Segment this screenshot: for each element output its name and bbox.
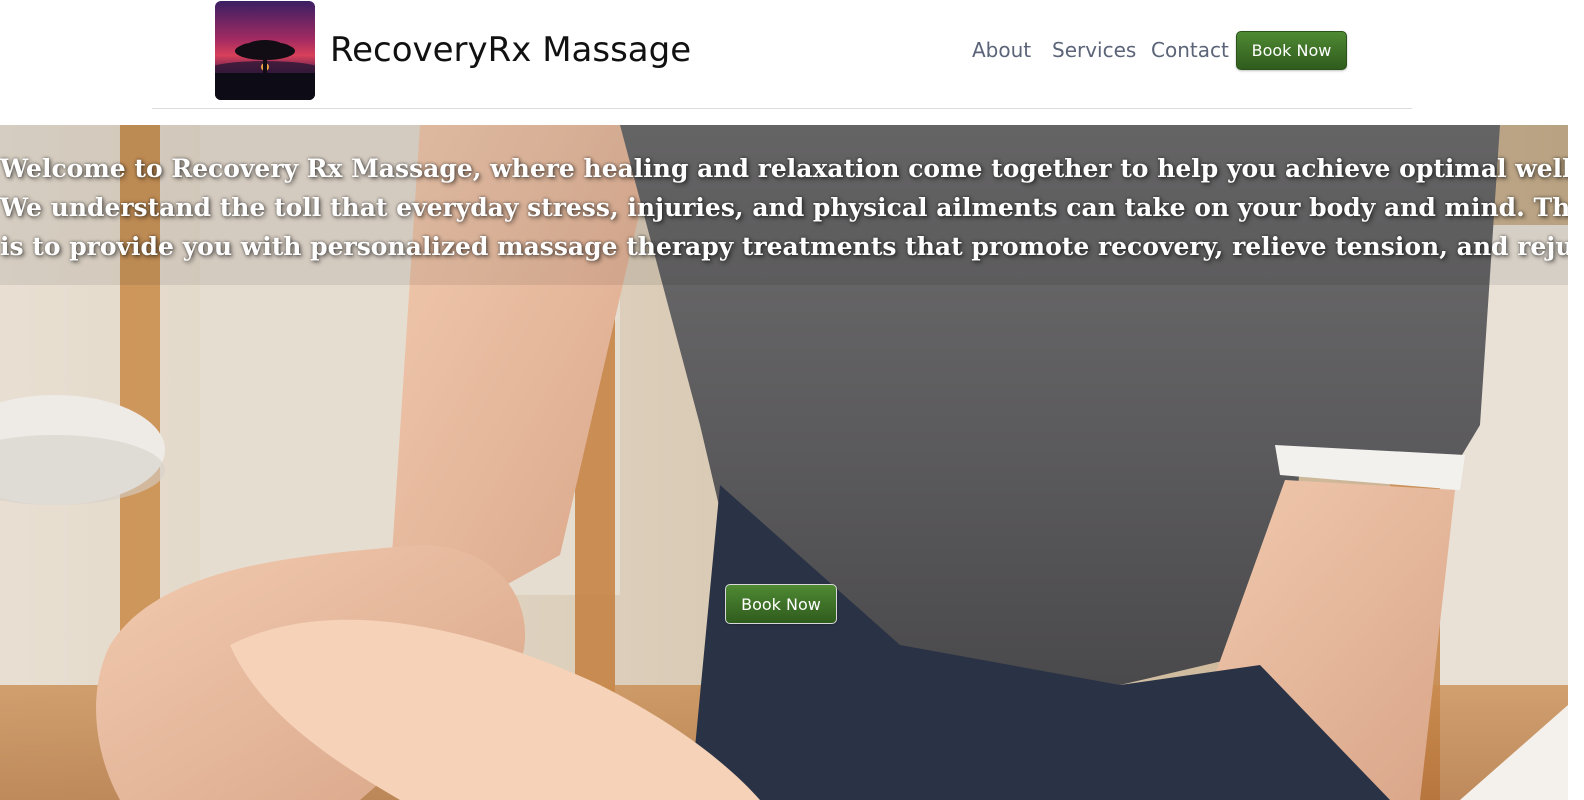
header-book-now-button[interactable]: Book Now <box>1236 31 1347 70</box>
hero-line-3: is to provide you with personalized mass… <box>0 232 1568 261</box>
nav-contact-link[interactable]: Contact <box>1151 38 1229 62</box>
site-brand-title[interactable]: RecoveryRx Massage <box>330 30 691 70</box>
hero-line-1: Welcome to Recovery Rx Massage, where he… <box>0 154 1568 183</box>
hero-intro-text: Welcome to Recovery Rx Massage, where he… <box>0 149 1568 266</box>
hero-line-2: We understand the toll that everyday str… <box>0 193 1568 222</box>
logo-graphic <box>215 40 315 100</box>
nav-about-link[interactable]: About <box>972 38 1031 62</box>
site-header: RecoveryRx Massage About Services Contac… <box>0 0 1584 126</box>
tree-sunset-logo-icon[interactable] <box>215 1 315 100</box>
hero-book-now-button[interactable]: Book Now <box>725 584 837 624</box>
page-right-gutter <box>1568 125 1584 800</box>
header-divider <box>152 108 1412 109</box>
hero-section: Welcome to Recovery Rx Massage, where he… <box>0 125 1568 800</box>
nav-services-link[interactable]: Services <box>1052 38 1136 62</box>
